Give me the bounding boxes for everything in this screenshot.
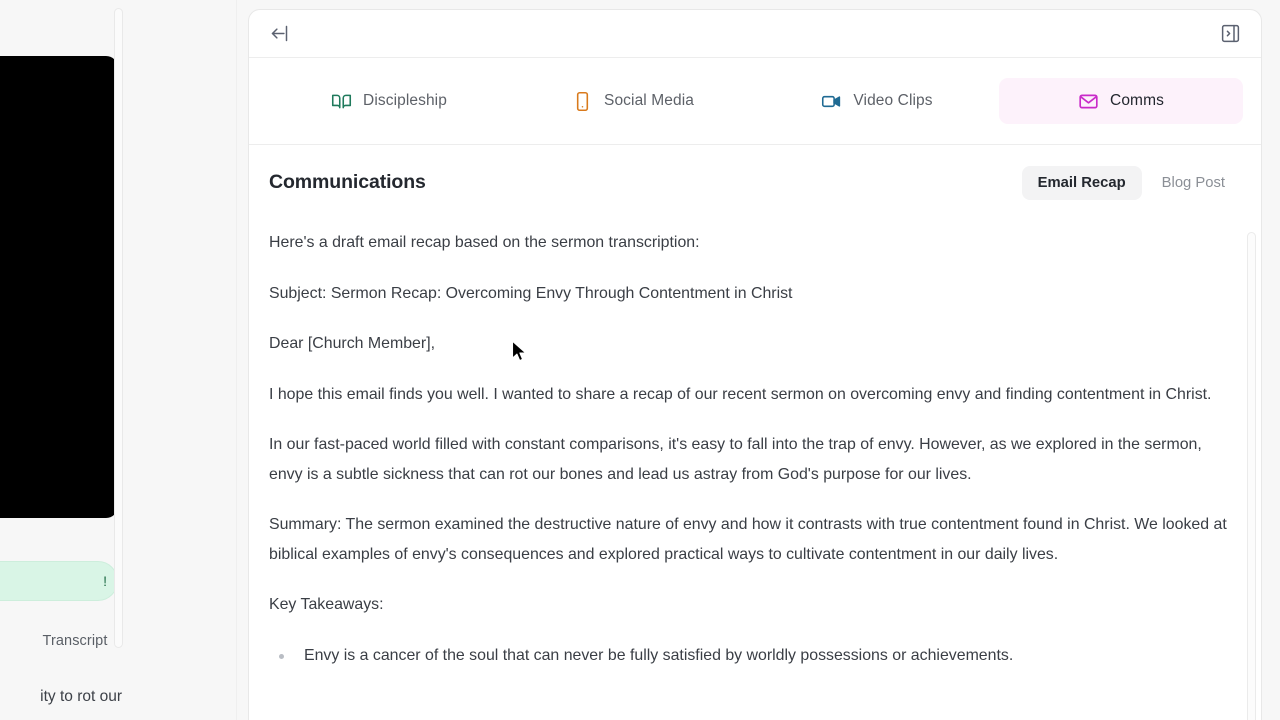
smartphone-icon xyxy=(572,91,593,112)
column-divider xyxy=(236,0,237,720)
chat-bubble: ! xyxy=(0,561,118,601)
panel-scrollbar[interactable] xyxy=(1247,232,1256,720)
app-root: ! Transcript ity to rot our xyxy=(0,0,1280,720)
transcript-label: Transcript xyxy=(0,633,150,649)
paragraph: I hope this email finds you well. I want… xyxy=(269,380,1231,410)
panel-right-icon[interactable] xyxy=(1216,20,1244,48)
tab-social-media[interactable]: Social Media xyxy=(511,78,755,124)
open-book-icon xyxy=(331,91,352,112)
page-title: Communications xyxy=(269,171,426,194)
key-takeaways-list: Envy is a cancer of the soul that can ne… xyxy=(269,641,1231,671)
arrow-left-to-line-icon[interactable] xyxy=(265,20,293,48)
video-camera-icon xyxy=(821,91,842,112)
paragraph-summary: Summary: The sermon examined the destruc… xyxy=(269,510,1231,569)
main-panel: Discipleship Social Media xyxy=(248,9,1262,720)
tab-label: Video Clips xyxy=(853,92,932,110)
panel-topbar xyxy=(249,10,1261,58)
envelope-icon xyxy=(1078,91,1099,112)
tab-label: Discipleship xyxy=(363,92,447,110)
tab-label: Comms xyxy=(1110,92,1164,110)
tab-video-clips[interactable]: Video Clips xyxy=(755,78,999,124)
paragraph-key-takeaways-heading: Key Takeaways: xyxy=(269,590,1231,620)
transcript-snippet: ity to rot our xyxy=(0,688,122,706)
view-switcher: Email Recap Blog Post xyxy=(1022,166,1241,200)
paragraph: Here's a draft email recap based on the … xyxy=(269,228,1231,258)
list-item: Envy is a cancer of the soul that can ne… xyxy=(269,641,1231,671)
chat-bubble-text: ! xyxy=(103,573,107,589)
content-header: Communications Email Recap Blog Post xyxy=(249,145,1261,220)
video-thumbnail[interactable] xyxy=(0,56,118,518)
paragraph-subject: Subject: Sermon Recap: Overcoming Envy T… xyxy=(269,279,1231,309)
document-body: Here's a draft email recap based on the … xyxy=(249,220,1261,670)
section-tabs: Discipleship Social Media xyxy=(249,58,1261,145)
paragraph-salutation: Dear [Church Member], xyxy=(269,329,1231,359)
tab-label: Social Media xyxy=(604,92,694,110)
left-sidebar: ! Transcript ity to rot our xyxy=(0,0,236,720)
tab-comms[interactable]: Comms xyxy=(999,78,1243,124)
segment-email-recap[interactable]: Email Recap xyxy=(1022,166,1142,200)
left-scrollbar[interactable] xyxy=(114,8,123,648)
segment-blog-post[interactable]: Blog Post xyxy=(1146,166,1241,200)
tab-discipleship[interactable]: Discipleship xyxy=(267,78,511,124)
right-gutter xyxy=(1263,0,1280,720)
paragraph: In our fast-paced world filled with cons… xyxy=(269,430,1231,489)
